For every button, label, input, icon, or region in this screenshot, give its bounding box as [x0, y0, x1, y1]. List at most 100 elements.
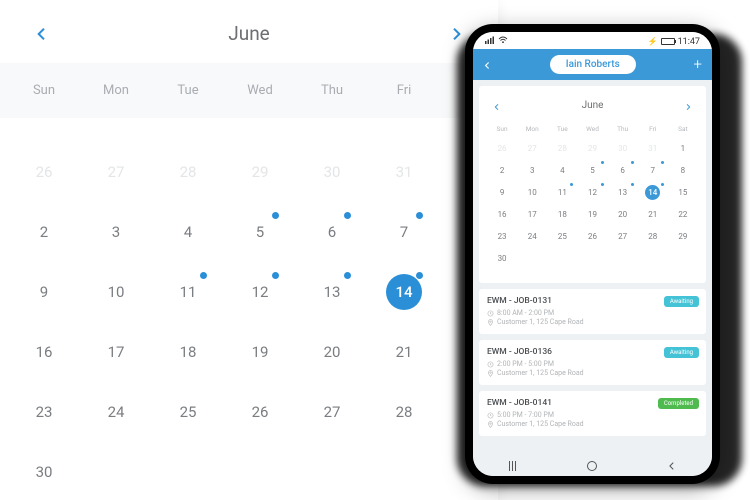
mini-calendar-day[interactable]: 2 [487, 159, 517, 181]
mini-calendar-day[interactable]: 22 [668, 203, 698, 225]
back-nav-button[interactable] [665, 459, 679, 473]
calendar-day[interactable]: 24 [80, 382, 152, 442]
mini-calendar-day-prev[interactable]: 26 [487, 137, 517, 159]
mini-calendar-day[interactable]: 25 [547, 225, 577, 247]
mini-month-label: June [582, 100, 604, 111]
calendar-day[interactable]: 28 [368, 382, 440, 442]
weekday-label: Fri [368, 83, 440, 98]
calendar-day[interactable]: 21 [368, 322, 440, 382]
mini-calendar-day[interactable]: 9 [487, 181, 517, 203]
job-time: 8:00 AM - 2:00 PM [487, 309, 698, 317]
event-dot-icon [344, 272, 351, 279]
mini-weekday-label: Fri [638, 125, 668, 133]
calendar-day[interactable]: 5 [224, 202, 296, 262]
calendar-day-prev[interactable]: 26 [8, 142, 80, 202]
next-month-button[interactable] [448, 26, 464, 42]
mini-calendar-day[interactable]: 7 [638, 159, 668, 181]
vibrate-icon: ⚡ [648, 37, 658, 46]
mini-calendar-day[interactable]: 21 [638, 203, 668, 225]
calendar-day[interactable]: 16 [8, 322, 80, 382]
home-button[interactable] [585, 459, 599, 473]
mini-calendar-day[interactable]: 5 [577, 159, 607, 181]
mini-calendar-day[interactable]: 8 [668, 159, 698, 181]
mini-prev-month-button[interactable] [493, 96, 501, 115]
calendar-day[interactable]: 25 [152, 382, 224, 442]
calendar-day-prev[interactable]: 27 [80, 142, 152, 202]
job-location: Customer 1, 125 Cape Road [487, 369, 698, 377]
mini-calendar-day[interactable]: 18 [547, 203, 577, 225]
mini-calendar-day[interactable]: 10 [517, 181, 547, 203]
calendar-day[interactable]: 6 [296, 202, 368, 262]
event-dot-icon [601, 161, 604, 164]
month-label: June [228, 22, 270, 45]
calendar-day[interactable]: 2 [8, 202, 80, 262]
prev-month-button[interactable] [34, 26, 50, 42]
calendar-day[interactable]: 9 [8, 262, 80, 322]
calendar-day-prev[interactable]: 31 [368, 142, 440, 202]
mini-calendar-day[interactable]: 15 [668, 181, 698, 203]
calendar-day[interactable]: 20 [296, 322, 368, 382]
mini-calendar-day-prev[interactable]: 30 [608, 137, 638, 159]
mini-calendar-day[interactable]: 13 [608, 181, 638, 203]
calendar-day-prev[interactable]: 28 [152, 142, 224, 202]
job-card[interactable]: EWM - JOB-01415:00 PM - 7:00 PMCustomer … [479, 391, 706, 436]
android-nav-bar [473, 454, 712, 476]
mini-calendar-day[interactable]: 11 [547, 181, 577, 203]
mini-calendar-day[interactable]: 27 [608, 225, 638, 247]
job-location: Customer 1, 125 Cape Road [487, 318, 698, 326]
mini-calendar-day[interactable]: 24 [517, 225, 547, 247]
recents-button[interactable] [506, 459, 520, 473]
calendar-day[interactable]: 4 [152, 202, 224, 262]
mini-weekday-label: Thu [608, 125, 638, 133]
calendar-day[interactable]: 30 [8, 442, 80, 500]
calendar-day-prev[interactable]: 29 [224, 142, 296, 202]
mini-calendar-day[interactable]: 17 [517, 203, 547, 225]
mini-calendar-day[interactable]: 19 [577, 203, 607, 225]
back-button[interactable] [483, 55, 492, 74]
mini-calendar-day[interactable]: 3 [517, 159, 547, 181]
user-pill[interactable]: Iain Roberts [550, 55, 636, 74]
mini-calendar-day[interactable]: 30 [487, 247, 517, 269]
mini-calendar-day-prev[interactable]: 27 [517, 137, 547, 159]
mini-next-month-button[interactable] [684, 96, 692, 115]
mini-calendar-day[interactable]: 23 [487, 225, 517, 247]
mini-calendar-day[interactable]: 28 [638, 225, 668, 247]
mini-calendar-day[interactable]: 16 [487, 203, 517, 225]
calendar-day[interactable]: 26 [224, 382, 296, 442]
job-list: EWM - JOB-01318:00 AM - 2:00 PMCustomer … [473, 289, 712, 454]
calendar-day[interactable]: 7 [368, 202, 440, 262]
mini-calendar-day[interactable]: 26 [577, 225, 607, 247]
mini-calendar-day-prev[interactable]: 31 [638, 137, 668, 159]
weekday-label: Sun [8, 83, 80, 98]
job-card[interactable]: EWM - JOB-01362:00 PM - 5:00 PMCustomer … [479, 340, 706, 385]
battery-icon [661, 38, 675, 45]
mini-calendar-day[interactable]: 20 [608, 203, 638, 225]
mini-calendar-day[interactable]: 4 [547, 159, 577, 181]
calendar-day[interactable]: 11 [152, 262, 224, 322]
calendar-day[interactable]: 23 [8, 382, 80, 442]
calendar-day[interactable]: 17 [80, 322, 152, 382]
calendar-day[interactable]: 3 [80, 202, 152, 262]
calendar-day[interactable]: 19 [224, 322, 296, 382]
calendar-day[interactable]: 27 [296, 382, 368, 442]
desktop-calendar: June SunMonTueWedThuFriSat 2627282930311… [0, 0, 498, 500]
calendar-day[interactable]: 14 [368, 262, 440, 322]
event-dot-icon [416, 272, 423, 279]
phone-frame: ⚡ 11:47 Iain Roberts + June SunMonTue [465, 24, 720, 484]
mini-calendar-day[interactable]: 29 [668, 225, 698, 247]
mini-calendar-day[interactable]: 12 [577, 181, 607, 203]
job-card[interactable]: EWM - JOB-01318:00 AM - 2:00 PMCustomer … [479, 289, 706, 334]
calendar-day[interactable]: 10 [80, 262, 152, 322]
mini-calendar-day[interactable]: 14 [638, 181, 668, 203]
calendar-day[interactable]: 13 [296, 262, 368, 322]
calendar-day[interactable]: 12 [224, 262, 296, 322]
status-badge: Awaiting [664, 296, 699, 307]
mini-weekday-label: Sun [487, 125, 517, 133]
add-button[interactable]: + [694, 57, 702, 72]
mini-calendar-day[interactable]: 1 [668, 137, 698, 159]
mini-calendar-day-prev[interactable]: 28 [547, 137, 577, 159]
mini-calendar-day[interactable]: 6 [608, 159, 638, 181]
calendar-day[interactable]: 18 [152, 322, 224, 382]
calendar-day-prev[interactable]: 30 [296, 142, 368, 202]
mini-calendar-day-prev[interactable]: 29 [577, 137, 607, 159]
